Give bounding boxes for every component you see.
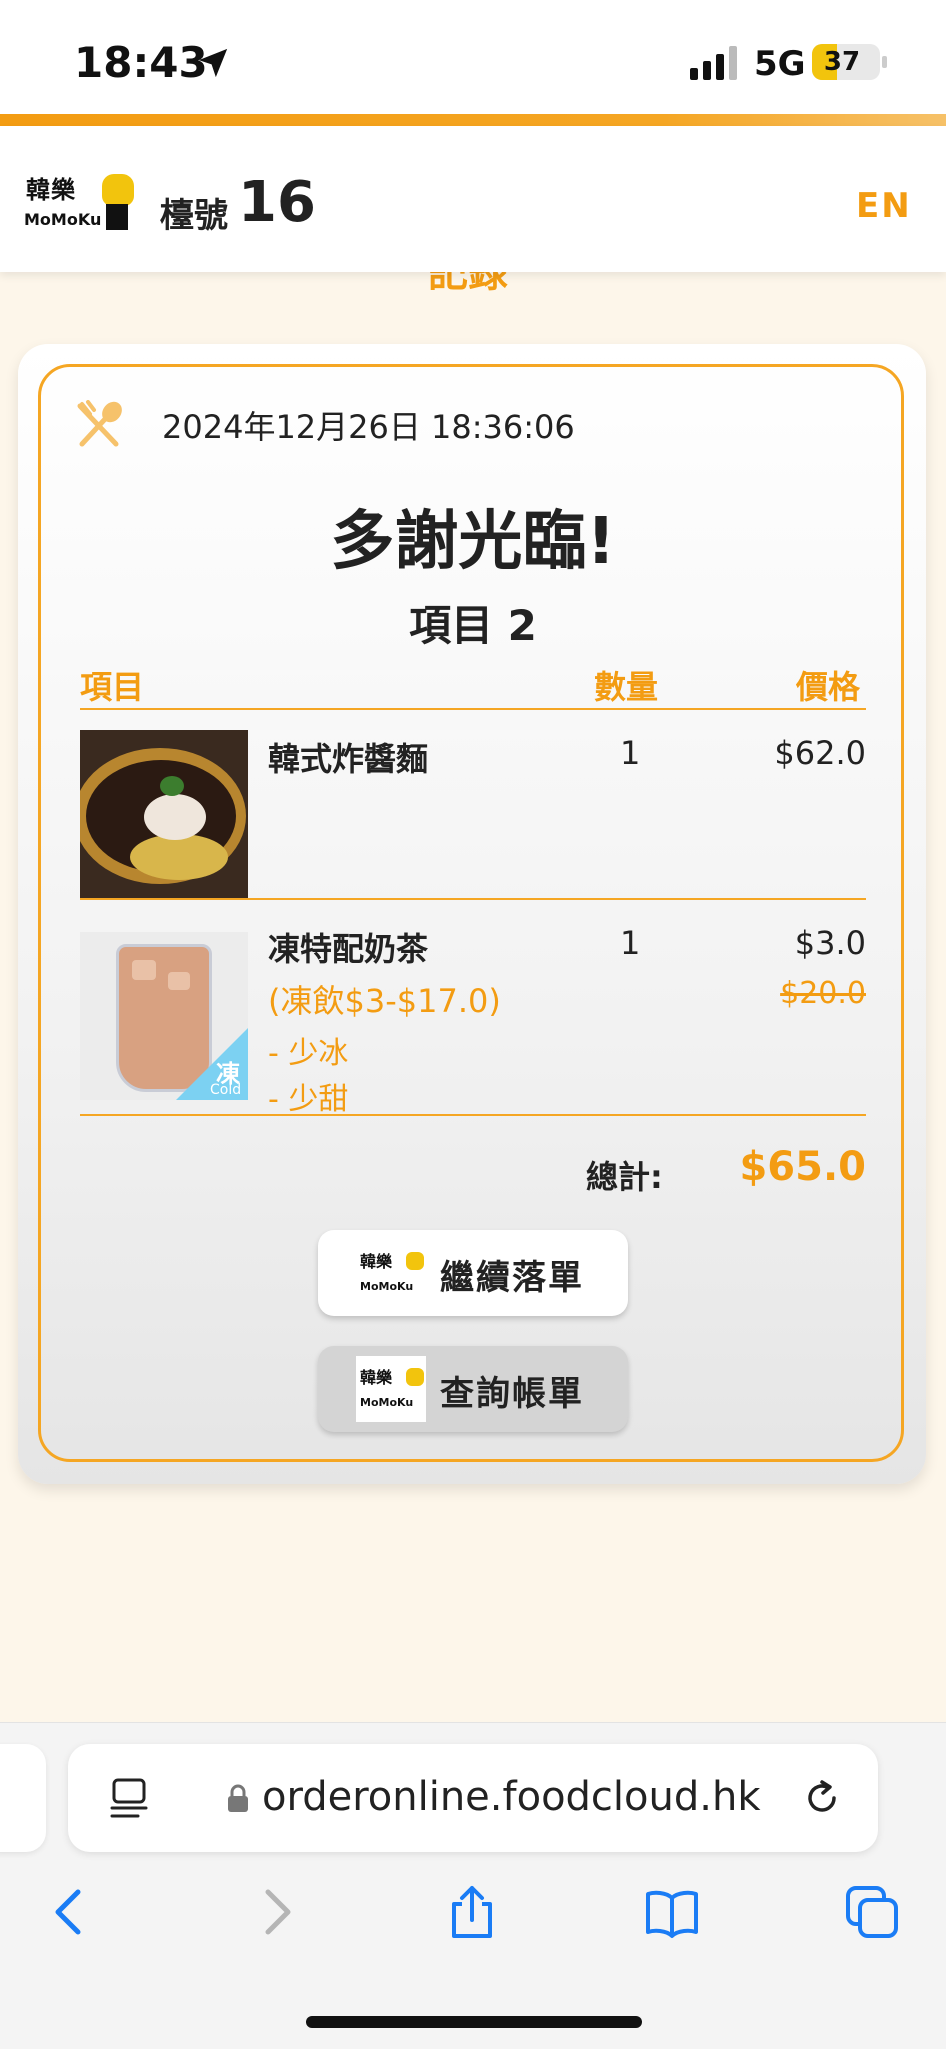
item-original-price: $20.0	[780, 976, 866, 1011]
bookmarks-icon[interactable]	[644, 1884, 700, 1940]
item-option: - 少甜	[268, 1082, 349, 1117]
logo-mascot-body	[106, 204, 128, 230]
view-bill-label: 查詢帳單	[440, 1374, 584, 1414]
button-logo-chinese: 韓樂	[360, 1252, 393, 1271]
item-price: $3.0	[794, 924, 866, 962]
utensils-icon	[77, 400, 122, 447]
reader-mode-icon[interactable]	[108, 1776, 150, 1820]
button-logo-english: MoMoKu	[360, 1396, 414, 1409]
battery-tip	[882, 56, 887, 68]
status-bar: 18:43 5G 37	[0, 0, 946, 118]
item-image-noodles	[80, 730, 248, 898]
momoku-logo-icon: 韓樂 MoMoKu	[356, 1356, 426, 1422]
order-datetime: 2024年12月26日 18:36:06	[162, 408, 575, 446]
reload-icon[interactable]	[800, 1776, 844, 1820]
accent-strip	[0, 114, 946, 126]
column-header-price: 價格	[796, 668, 861, 706]
item-qty: 1	[620, 734, 641, 772]
item-qty: 1	[620, 924, 641, 962]
cellular-signal-icon	[690, 46, 737, 80]
row-divider	[80, 1114, 866, 1116]
back-icon[interactable]	[44, 1884, 100, 1940]
column-header-item: 項目	[80, 668, 145, 706]
table-divider	[80, 708, 866, 710]
tabs-icon[interactable]	[844, 1884, 900, 1940]
momoku-logo-icon: 韓樂 MoMoKu	[356, 1240, 426, 1306]
logo-chinese: 韓樂	[26, 175, 76, 204]
previous-tab-peek[interactable]	[0, 1744, 46, 1852]
status-time: 18:43	[74, 38, 208, 87]
item-image-milk-tea: 凍 Cold	[80, 932, 248, 1100]
forward-icon[interactable]	[248, 1884, 304, 1940]
network-type: 5G	[754, 44, 806, 84]
logo-english: MoMoKu	[24, 210, 102, 229]
table-number: 16	[238, 170, 316, 235]
continue-order-label: 繼續落單	[440, 1258, 584, 1298]
item-name: 韓式炸醬麵	[268, 740, 429, 778]
item-option: - 少冰	[268, 1036, 349, 1071]
item-price: $62.0	[774, 734, 866, 772]
item-name: 凍特配奶茶	[268, 930, 429, 968]
items-count: 項目 2	[409, 601, 537, 650]
momoku-logo[interactable]: 韓樂 MoMoKu	[24, 170, 136, 234]
continue-order-button[interactable]: 韓樂 MoMoKu 繼續落單	[318, 1230, 628, 1316]
logo-mascot	[102, 174, 134, 206]
cold-badge-en: Cold	[210, 1082, 242, 1098]
total-value: $65.0	[739, 1144, 866, 1190]
button-logo-chinese: 韓樂	[360, 1368, 393, 1387]
battery-icon: 37	[812, 44, 880, 80]
language-toggle-button[interactable]: EN	[856, 186, 912, 226]
lock-icon	[228, 1784, 248, 1812]
column-header-qty: 數量	[594, 668, 659, 706]
battery-percent: 37	[823, 47, 861, 77]
thank-you-heading: 多謝光臨!	[330, 505, 616, 579]
app-header: 韓樂 MoMoKu 檯號 16 EN	[0, 126, 946, 272]
button-logo-english: MoMoKu	[360, 1280, 414, 1293]
item-variant: (凍飲$3-$17.0)	[268, 982, 501, 1020]
share-icon[interactable]	[444, 1884, 500, 1940]
url-text[interactable]: orderonline.foodcloud.hk	[262, 1774, 760, 1820]
home-indicator	[306, 2016, 642, 2028]
location-arrow-icon	[198, 48, 228, 78]
view-bill-button[interactable]: 韓樂 MoMoKu 查詢帳單	[318, 1346, 628, 1432]
row-divider	[80, 898, 866, 900]
table-label: 檯號	[160, 196, 228, 236]
